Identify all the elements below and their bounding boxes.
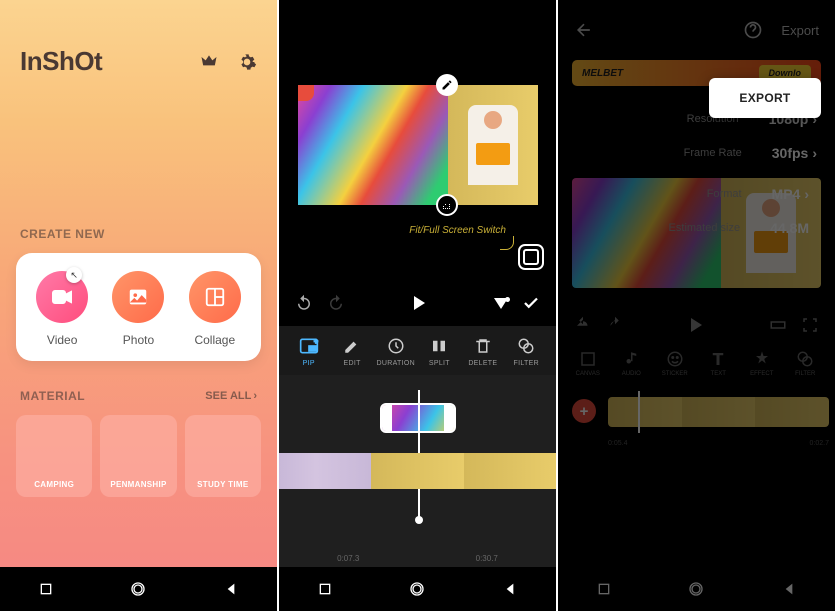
preview-area: Fit/Full Screen Switch [279,0,556,280]
undo-icon[interactable] [574,316,592,334]
export-header-label[interactable]: Export [781,23,819,38]
layer-icon[interactable] [494,298,508,309]
arrow-icon [500,236,514,250]
tool-bar: +PIP EDIT DURATION SPLIT DELETE FILTER [279,326,556,375]
collage-icon [189,271,241,323]
fit-screen-button[interactable] [518,244,544,270]
lower-timeline[interactable]: + 0:05.40:02.7 [558,391,835,447]
delete-handle-icon[interactable] [298,85,314,101]
tool-canvas[interactable]: CANVAS [570,350,606,377]
back-icon[interactable] [574,20,594,40]
redo-icon[interactable] [606,316,624,334]
redo-icon[interactable] [327,294,345,312]
home-header: InShOt [0,0,277,77]
material-header: MATERIAL SEE ALL› [0,389,277,403]
photo-label: Photo [123,333,154,347]
add-clip-button[interactable]: + [572,399,596,423]
undo-icon[interactable] [295,294,313,312]
collage-label: Collage [194,333,235,347]
tool-text[interactable]: TEXT [700,350,736,377]
material-item[interactable]: PENMANSHIP [100,415,176,497]
tool-effect[interactable]: EFFECT [744,350,780,377]
timeline-clip[interactable] [371,453,463,489]
edit-handle-icon[interactable] [436,74,458,96]
tool-duration[interactable]: DURATION [377,336,415,367]
tool-edit[interactable]: EDIT [333,336,371,367]
tool-sticker[interactable]: STICKER [657,350,693,377]
nav-home-icon[interactable] [688,581,704,597]
help-icon[interactable] [743,20,763,40]
nav-recent-icon[interactable] [38,581,54,597]
material-grid: CAMPING PENMANSHIP STUDY TIME [16,415,261,497]
tool-audio[interactable]: AUDIO [613,350,649,377]
timeline[interactable]: 0:07.30:30.7 [279,375,556,567]
play-button[interactable] [691,318,702,332]
framerate-row[interactable]: Frame Rate30fps› [576,136,817,170]
nav-back-icon[interactable] [223,581,239,597]
play-button[interactable] [414,296,425,310]
export-preview: FormatMP4› Estimated size44.8M [572,178,821,288]
format-row[interactable]: FormatMP4› [707,186,809,202]
time-labels: 0:05.40:02.7 [608,440,829,447]
timeline-clip[interactable] [682,397,756,427]
preview-frame[interactable] [298,85,538,205]
svg-text:+: + [314,339,318,346]
lower-toolbar: CANVAS AUDIO STICKER TEXT EFFECT FILTER [558,344,835,383]
fullscreen-icon[interactable] [801,316,819,334]
material-label: MATERIAL [20,389,85,403]
export-header: Export [558,0,835,60]
see-all-button[interactable]: SEE ALL› [205,390,257,402]
timeline-track[interactable] [279,453,556,489]
fit-label: Fit/Full Screen Switch [409,225,506,236]
home-screen: InShOt CREATE NEW ↖ Video Photo [0,0,277,611]
lower-track[interactable] [608,397,829,427]
create-card: ↖ Video Photo Collage [16,253,261,361]
nav-back-icon[interactable] [502,581,518,597]
create-section-label: CREATE NEW [0,227,277,241]
create-photo[interactable]: Photo [112,271,164,347]
export-button[interactable]: EXPORT [709,78,821,118]
android-nav [0,567,277,611]
tool-pip[interactable]: +PIP [290,336,328,367]
header-actions [199,52,257,72]
playhead[interactable] [638,391,640,433]
nav-recent-icon[interactable] [317,581,333,597]
nav-home-icon[interactable] [409,581,425,597]
time-labels: 0:07.30:30.7 [279,554,556,563]
create-video[interactable]: ↖ Video [36,271,88,347]
gear-icon[interactable] [237,52,257,72]
android-nav [558,567,835,611]
timeline-clip[interactable] [464,453,556,489]
nav-recent-icon[interactable] [596,581,612,597]
nav-back-icon[interactable] [781,581,797,597]
size-row: Estimated size44.8M [669,220,809,236]
preview-pip-clip[interactable] [298,85,448,205]
timeline-clip[interactable] [755,397,829,427]
tool-split[interactable]: SPLIT [420,336,458,367]
tool-filter[interactable]: FILTER [787,350,823,377]
crown-icon[interactable] [199,52,219,72]
app-logo: InShOt [20,46,102,77]
video-label: Video [47,333,77,347]
create-collage[interactable]: Collage [189,271,241,347]
material-item[interactable]: STUDY TIME [185,415,261,497]
editor-screen: Fit/Full Screen Switch +PIP EDIT DURATIO… [279,0,556,611]
android-nav [279,567,556,611]
resize-handle-icon[interactable] [436,194,458,216]
confirm-icon[interactable] [522,294,540,312]
material-item[interactable]: CAMPING [16,415,92,497]
timeline-icon[interactable] [769,316,787,334]
controls-row [279,280,556,326]
preview-main-clip [448,85,538,205]
tool-filter[interactable]: FILTER [507,336,545,367]
timeline-clip[interactable] [608,397,682,427]
photo-icon [112,271,164,323]
lower-editor: CANVAS AUDIO STICKER TEXT EFFECT FILTER … [558,296,835,567]
export-screen: Export MELBETDownlo EXPORT Resolution108… [558,0,835,611]
timeline-clip[interactable] [279,453,371,489]
nav-home-icon[interactable] [130,581,146,597]
tool-delete[interactable]: DELETE [464,336,502,367]
